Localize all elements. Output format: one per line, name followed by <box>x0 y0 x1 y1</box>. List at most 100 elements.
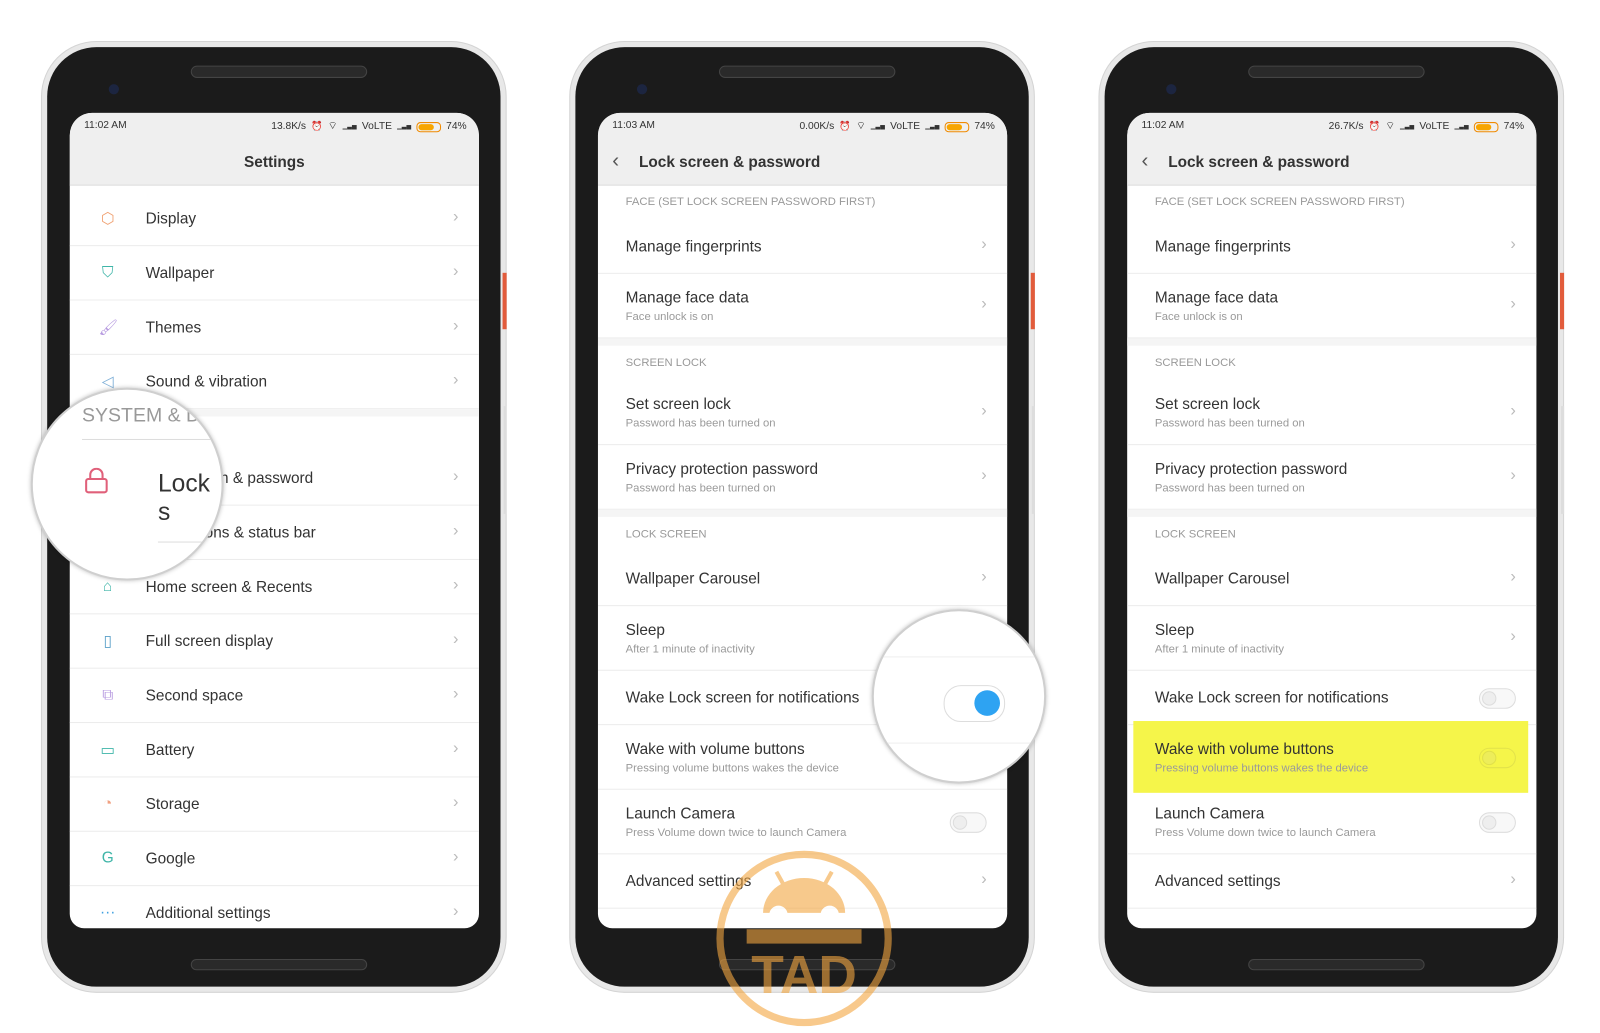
chevron-right-icon: › <box>981 235 987 253</box>
magnified-section-label: SYSTEM & DE <box>82 405 214 427</box>
row-title: Sound & vibration <box>145 372 268 391</box>
settings-row[interactable]: 🖌 Themes › <box>69 301 479 355</box>
settings-row[interactable]: Launch Camera Press Volume down twice to … <box>597 790 1008 855</box>
section-header: LOCK SCREEN <box>598 517 1007 552</box>
settings-row[interactable]: Launch Camera Press Volume down twice to … <box>1127 790 1537 855</box>
row-title: Sleep <box>1154 621 1195 639</box>
settings-row[interactable]: Manage fingerprints › <box>1127 219 1537 274</box>
row-subtitle: Pressing volume buttons wakes the device <box>625 762 839 775</box>
chevron-right-icon: › <box>452 262 459 280</box>
settings-row[interactable]: ⧉ Second space › <box>69 669 479 724</box>
volume-button[interactable] <box>1031 406 1035 514</box>
back-icon[interactable]: ‹ <box>612 150 619 174</box>
toggle-switch[interactable] <box>1478 687 1516 709</box>
toggle-switch[interactable] <box>1478 811 1516 833</box>
settings-row[interactable]: Set screen lock Password has been turned … <box>597 381 1008 446</box>
power-button[interactable] <box>502 272 507 330</box>
section-header: FACE (SET LOCK SCREEN PASSWORD FIRST) <box>598 185 1007 220</box>
row-title: Home screen & Recents <box>145 577 313 596</box>
settings-row[interactable]: Set screen lock Password has been turned … <box>1127 381 1537 446</box>
battery-icon <box>944 121 970 132</box>
chevron-right-icon: › <box>452 207 459 226</box>
signal-icon: ▁▃▅ <box>925 124 940 131</box>
volume-button[interactable] <box>503 406 507 514</box>
network-type: VoLTE <box>890 121 921 133</box>
settings-row[interactable]: Wake with volume buttons Pressing volume … <box>1127 725 1536 790</box>
row-title: Google <box>145 849 196 868</box>
row-subtitle: Press Volume down twice to launch Camera <box>625 826 847 839</box>
settings-row[interactable]: ◔ Storage › <box>69 777 479 832</box>
row-title: Set screen lock <box>1154 395 1261 414</box>
battery-percent: 74% <box>446 121 467 133</box>
chevron-right-icon: › <box>981 401 987 419</box>
settings-row[interactable]: ▯ Full screen display › <box>69 614 479 669</box>
settings-row[interactable]: ▭ Battery › <box>69 723 479 778</box>
row-subtitle: Face unlock is on <box>1154 310 1243 324</box>
settings-row[interactable]: Manage face data Face unlock is on › <box>597 274 1008 339</box>
page-title: Lock screen & password <box>1168 153 1350 172</box>
magnified-divider <box>82 438 222 440</box>
settings-row[interactable]: Wake Lock screen for notifications <box>1127 671 1537 726</box>
row-subtitle: Press Volume down twice to launch Camera <box>1154 826 1376 839</box>
toggle-switch-magnified[interactable] <box>943 685 1006 723</box>
row-title: Wallpaper Carousel <box>1154 569 1290 588</box>
chevron-right-icon: › <box>1510 627 1516 645</box>
power-button[interactable] <box>1030 272 1035 330</box>
settings-row[interactable]: Sleep After 1 minute of inactivity › <box>1127 606 1537 671</box>
section-divider <box>1127 338 1537 346</box>
row-title: Manage face data <box>1154 289 1279 307</box>
magnified-lock-text: Lock s <box>157 469 210 527</box>
section-header: LOCK SCREEN <box>1127 517 1536 552</box>
row-subtitle: Password has been turned on <box>625 482 776 495</box>
magnifier-lens <box>871 609 1047 784</box>
alarm-icon: ⏰ <box>311 121 323 132</box>
row-title: Launch Camera <box>1154 805 1265 823</box>
volume-button[interactable] <box>1561 406 1565 514</box>
toggle-switch[interactable] <box>949 811 987 833</box>
settings-row[interactable]: ⬡ Display › <box>69 192 479 247</box>
wallpaper-icon: ⛉ <box>101 263 114 281</box>
settings-row[interactable]: ⛉ Wallpaper › <box>69 246 479 301</box>
row-title: Display <box>145 209 197 228</box>
settings-row[interactable]: G Google › <box>69 832 479 887</box>
row-title: Battery <box>145 741 195 759</box>
row-title: Additional settings <box>145 904 271 922</box>
front-camera <box>108 84 119 95</box>
earpiece-speaker <box>1248 65 1425 78</box>
row-title: Wake with volume buttons <box>625 740 805 758</box>
row-title: Storage <box>145 795 200 813</box>
chevron-right-icon: › <box>1510 294 1516 313</box>
row-title: Themes <box>145 318 202 336</box>
settings-row[interactable]: Advanced settings › <box>1127 854 1537 909</box>
network-speed: 13.8K/s <box>271 121 307 133</box>
chevron-right-icon: › <box>452 467 459 485</box>
settings-row[interactable]: Wallpaper Carousel › <box>597 552 1008 607</box>
row-title: Advanced settings <box>1154 872 1281 890</box>
chevron-right-icon: › <box>981 466 987 484</box>
status-time: 11:02 AM <box>84 119 127 132</box>
network-type: VoLTE <box>361 121 392 133</box>
power-button[interactable] <box>1559 272 1565 330</box>
back-icon[interactable]: ‹ <box>1142 150 1149 174</box>
battery-icon <box>416 121 442 132</box>
settings-row[interactable]: Wallpaper Carousel › <box>1127 552 1537 607</box>
section-header: SCREEN LOCK <box>1127 346 1536 381</box>
toggle-switch[interactable] <box>1478 747 1516 768</box>
settings-row[interactable]: Privacy protection password Password has … <box>1127 445 1537 510</box>
chevron-right-icon: › <box>1510 567 1516 586</box>
section-label: SCREEN LOCK <box>1154 356 1236 370</box>
chevron-right-icon: › <box>452 738 459 757</box>
themes-icon: 🖌 <box>98 318 118 336</box>
status-icons: 26.7K/s ⏰ ⌔ ▁▃▅ VoLTE ▁▃▅ 74% <box>1329 120 1524 133</box>
settings-row[interactable]: Manage fingerprints › <box>597 219 1008 274</box>
row-title: Wallpaper <box>145 264 215 282</box>
section-divider <box>597 338 1008 346</box>
settings-row[interactable]: Privacy protection password Password has … <box>597 445 1008 510</box>
status-bar: 11:02 AM 13.8K/s ⏰ ⌔ ▁▃▅ VoLTE ▁▃▅ 74% <box>69 112 479 140</box>
chevron-right-icon: › <box>452 684 459 703</box>
magnifier-lens: SYSTEM & DE Lock s <box>30 387 224 581</box>
settings-row[interactable]: Manage face data Face unlock is on › <box>1127 274 1537 339</box>
settings-row[interactable]: ··· Additional settings › <box>70 886 479 928</box>
status-time: 11:02 AM <box>1141 119 1185 132</box>
status-icons: 0.00K/s ⏰ ⌔ ▁▃▅ VoLTE ▁▃▅ 74% <box>799 120 994 133</box>
